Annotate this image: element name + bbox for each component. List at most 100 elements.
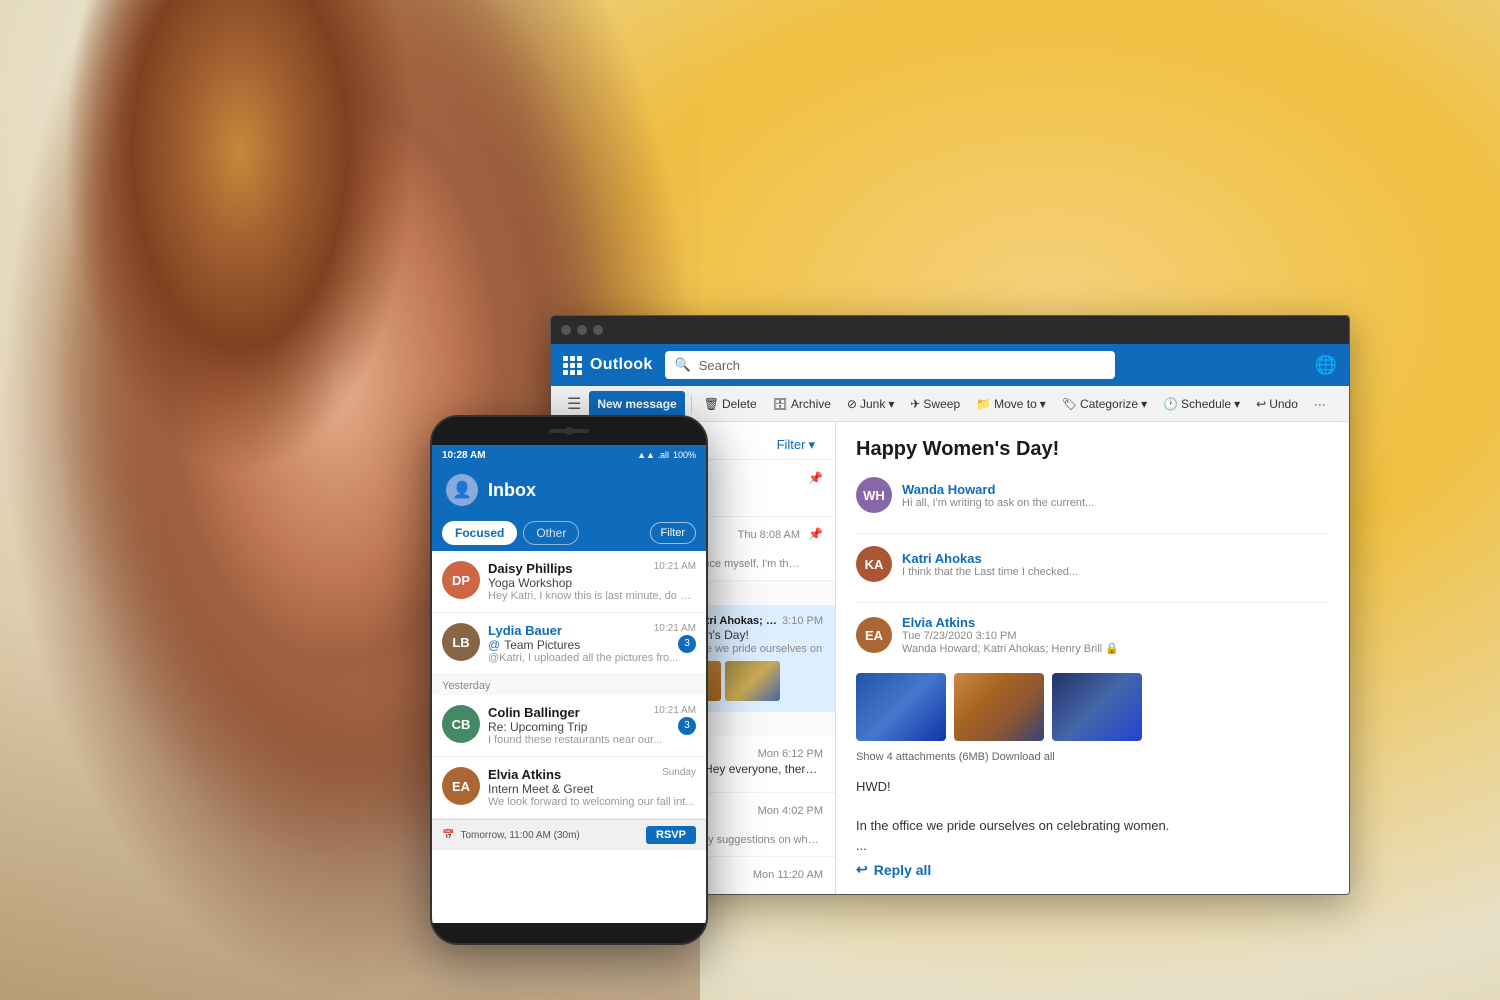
wanda-preview: Hi all, I'm writing to ask on the curren… bbox=[902, 497, 1329, 509]
reading-sender-wanda: WH Wanda Howard Hi all, I'm writing to a… bbox=[856, 477, 1329, 513]
junk-button[interactable]: ⊘ Junk ▾ bbox=[841, 394, 900, 414]
filter-label: Filter bbox=[777, 437, 806, 452]
more-icon: ··· bbox=[1314, 397, 1326, 411]
unread-badge-colin: 3 bbox=[678, 717, 696, 735]
phone-email-elvia[interactable]: EA Elvia Atkins Sunday Intern Meet & Gre… bbox=[432, 757, 706, 819]
search-bar[interactable]: 🔍 Search bbox=[665, 351, 1115, 379]
email-body: HWD! In the office we pride ourselves on… bbox=[856, 777, 1329, 855]
phone-email-daisy[interactable]: DP Daisy Phillips 10:21 AM Yoga Workshop… bbox=[432, 551, 706, 613]
email-time-cecil: Thu 8:08 AM bbox=[738, 529, 800, 541]
reply-all-button[interactable]: ↩ Reply all bbox=[856, 855, 1329, 884]
filter-button[interactable]: Filter ▾ bbox=[769, 433, 823, 457]
phone-preview-colin: I found these restaurants near our... bbox=[488, 734, 696, 746]
categorize-chevron: ▾ bbox=[1141, 397, 1147, 411]
body-line-2: In the office we pride ourselves on cele… bbox=[856, 816, 1329, 836]
phone-focused-tab[interactable]: Focused bbox=[442, 521, 517, 545]
attachment-1[interactable] bbox=[856, 673, 946, 741]
email-time-lydia: Mon 4:02 PM bbox=[758, 805, 823, 817]
schedule-chevron: ▾ bbox=[1234, 397, 1240, 411]
avatar-katri: KA bbox=[856, 546, 892, 582]
toolbar-divider-1 bbox=[691, 395, 692, 413]
phone-avatar-elvia: EA bbox=[442, 767, 480, 805]
phone-other-tab[interactable]: Other bbox=[523, 521, 579, 545]
sweep-icon: ✈ bbox=[910, 397, 920, 411]
search-icon: 🔍 bbox=[675, 357, 691, 373]
moveto-icon: 📁 bbox=[976, 397, 991, 411]
pin-icon: 📌 bbox=[808, 471, 823, 485]
menu-icon[interactable]: ☰ bbox=[563, 392, 585, 416]
moveto-button[interactable]: 📁 Move to ▾ bbox=[970, 394, 1052, 414]
separator-1 bbox=[856, 533, 1329, 534]
phone-subject-lydia: @ Team Pictures bbox=[488, 638, 696, 652]
categorize-button[interactable]: 🏷 Categorize ▾ bbox=[1056, 394, 1153, 414]
undo-icon: ↩ bbox=[1256, 397, 1266, 411]
pin-icon-2: 📌 bbox=[808, 527, 823, 541]
phone-subject-colin: Re: Upcoming Trip bbox=[488, 720, 696, 734]
phone-time-elvia: Sunday bbox=[662, 767, 696, 782]
body-ellipsis: ... bbox=[856, 836, 1329, 856]
schedule-icon: 🕐 bbox=[1163, 397, 1178, 411]
phone-inbox-avatar[interactable]: 👤 bbox=[446, 474, 478, 506]
archive-button[interactable]: 🗄 Archive bbox=[767, 394, 837, 414]
search-placeholder: Search bbox=[699, 358, 740, 373]
separator-2 bbox=[856, 602, 1329, 603]
titlebar-dot-3 bbox=[593, 325, 603, 335]
phone-email-content-elvia: Elvia Atkins Sunday Intern Meet & Greet … bbox=[488, 767, 696, 808]
at-icon: @ bbox=[488, 638, 500, 652]
sweep-button[interactable]: ✈ Sweep bbox=[904, 394, 966, 414]
globe-icon[interactable]: 🌐 bbox=[1315, 355, 1337, 376]
katri-name: Katri Ahokas bbox=[902, 551, 1329, 566]
categorize-icon: 🏷 bbox=[1062, 397, 1077, 411]
phone-inbox-title: Inbox bbox=[488, 480, 536, 501]
junk-chevron: ▾ bbox=[888, 397, 894, 411]
phone-sender-elvia: Elvia Atkins bbox=[488, 767, 561, 782]
calendar-icon: 📅 bbox=[442, 830, 454, 841]
phone-avatar-colin: CB bbox=[442, 705, 480, 743]
phone-screen: 10:28 AM ▲▲ .all 100% 👤 Inbox Focused Ot… bbox=[432, 445, 706, 923]
phone-email-content-lydia: Lydia Bauer 10:21 AM @ Team Pictures @Ka… bbox=[488, 623, 696, 664]
katri-preview: I think that the Last time I checked... bbox=[902, 566, 1329, 578]
more-button[interactable]: ··· bbox=[1308, 394, 1332, 414]
phone-header: 👤 Inbox bbox=[432, 465, 706, 515]
reply-all-label: Reply all bbox=[874, 862, 932, 878]
phone-email-colin[interactable]: CB Colin Ballinger 10:21 AM Re: Upcoming… bbox=[432, 695, 706, 757]
elvia-to: Wanda Howard; Katri Ahokas; Henry Brill … bbox=[902, 642, 1329, 655]
phone-section-yesterday: Yesterday bbox=[432, 675, 706, 695]
attachment-info[interactable]: Show 4 attachments (6MB) Download all bbox=[856, 751, 1329, 763]
body-line-1: HWD! bbox=[856, 777, 1329, 797]
reading-subject: Happy Women's Day! bbox=[856, 438, 1329, 461]
phone-email-lydia[interactable]: LB Lydia Bauer 10:21 AM @ Team Pictures … bbox=[432, 613, 706, 675]
phone-sender-colin: Colin Ballinger bbox=[488, 705, 580, 720]
phone-filter-btn[interactable]: Filter bbox=[650, 522, 696, 544]
outlook-app-title: Outlook bbox=[590, 356, 653, 374]
undo-button[interactable]: ↩ Undo bbox=[1250, 394, 1304, 414]
moveto-chevron: ▾ bbox=[1040, 397, 1046, 411]
phone-time: 10:28 AM bbox=[442, 450, 637, 461]
lock-icon: 🔒 bbox=[1105, 643, 1119, 655]
delete-button[interactable]: 🗑 Delete bbox=[698, 394, 763, 414]
outlook-logo-area[interactable]: Outlook bbox=[563, 356, 653, 375]
email-time-kevin: Mon 6:12 PM bbox=[758, 748, 823, 760]
phone-preview-lydia: @Katri, I uploaded all the pictures fro.… bbox=[488, 652, 696, 664]
attachment-2[interactable] bbox=[954, 673, 1044, 741]
attachments-row bbox=[856, 673, 1329, 741]
phone-subject-elvia: Intern Meet & Greet bbox=[488, 782, 696, 796]
phone-sender-lydia: Lydia Bauer bbox=[488, 623, 562, 638]
elvia-name: Elvia Atkins bbox=[902, 615, 1329, 630]
waffle-icon[interactable] bbox=[563, 356, 582, 375]
new-message-button[interactable]: New message bbox=[589, 391, 684, 417]
titlebar-controls bbox=[561, 325, 603, 335]
attachment-3[interactable] bbox=[1052, 673, 1142, 741]
reminder-text: Tomorrow, 11:00 AM (30m) bbox=[460, 830, 579, 841]
schedule-button[interactable]: 🕐 Schedule ▾ bbox=[1157, 394, 1246, 414]
rsvp-button[interactable]: RSVP bbox=[646, 826, 696, 844]
email-time-erik: Mon 11:20 AM bbox=[753, 869, 823, 881]
elvia-info: Elvia Atkins Tue 7/23/2020 3:10 PM Wanda… bbox=[902, 615, 1329, 655]
reading-sender-elvia: EA Elvia Atkins Tue 7/23/2020 3:10 PM Wa… bbox=[856, 615, 1329, 655]
outlook-header: Outlook 🔍 Search 🌐 bbox=[551, 344, 1349, 386]
battery-indicator: 100% bbox=[673, 450, 696, 460]
phone-preview-daisy: Hey Katri, I know this is last minute, d… bbox=[488, 590, 696, 602]
delete-icon: 🗑 bbox=[704, 397, 719, 411]
avatar-icon: 👤 bbox=[452, 480, 472, 500]
phone-email-content-colin: Colin Ballinger 10:21 AM Re: Upcoming Tr… bbox=[488, 705, 696, 746]
